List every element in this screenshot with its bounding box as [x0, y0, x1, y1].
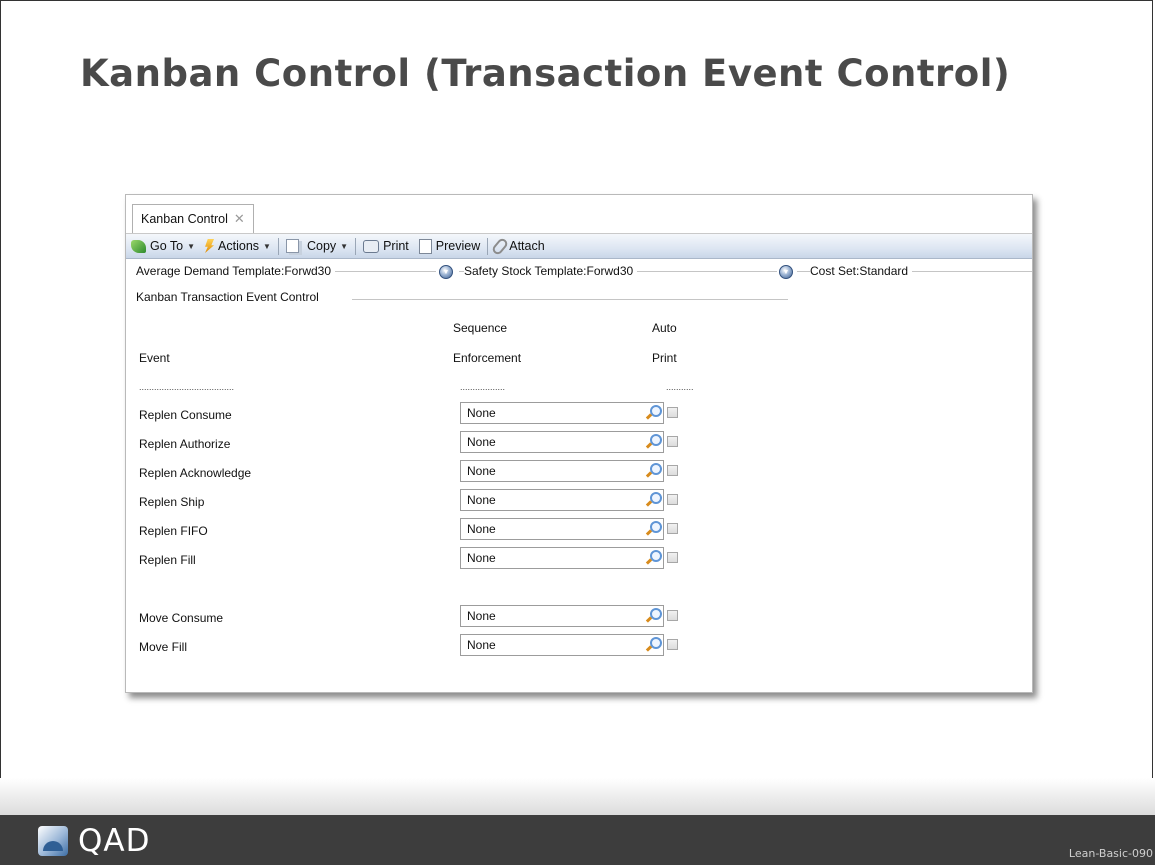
- safety-stock-template-label: Safety Stock Template:Forwd30: [464, 264, 638, 278]
- auto-print-checkbox[interactable]: [667, 494, 678, 505]
- auto-print-checkbox[interactable]: [667, 639, 678, 650]
- auto-print-checkbox[interactable]: [667, 465, 678, 476]
- attach-button[interactable]: Attach: [490, 235, 549, 257]
- sequence-enforcement-lookup: [460, 518, 664, 540]
- copy-button[interactable]: Copy ▼: [281, 235, 353, 257]
- sequence-enforcement-input[interactable]: [467, 433, 627, 451]
- magnifier-icon[interactable]: [645, 550, 662, 566]
- auto-print-checkbox[interactable]: [667, 523, 678, 534]
- tab-label: Kanban Control: [141, 212, 228, 226]
- print-button[interactable]: Print: [358, 235, 414, 257]
- magnifier-icon[interactable]: [645, 608, 662, 624]
- enforcement-header: Enforcement: [453, 351, 522, 365]
- expand-icon[interactable]: ▼: [439, 265, 453, 279]
- tab-kanban-control[interactable]: Kanban Control ✕: [132, 204, 254, 233]
- copy-label: Copy: [306, 239, 337, 253]
- event-label: Replen Fill: [139, 553, 196, 567]
- slide-footer: [0, 815, 1155, 865]
- toolbar: Go To ▼ Actions ▼ Copy ▼ Print Preview A…: [126, 234, 1032, 259]
- event-label: Move Fill: [139, 640, 188, 654]
- expand-icon[interactable]: ▼: [779, 265, 793, 279]
- goto-label: Go To: [150, 239, 184, 253]
- lightning-icon: [205, 239, 215, 253]
- sequence-enforcement-lookup: [460, 547, 664, 569]
- print-label: Print: [383, 239, 409, 253]
- event-label: Replen FIFO: [139, 524, 208, 538]
- section-divider: [352, 299, 788, 300]
- sequence-enforcement-lookup: [460, 460, 664, 482]
- event-label: Replen Consume: [139, 408, 232, 422]
- event-label: Replen Authorize: [139, 437, 231, 451]
- print-header: Print: [652, 351, 677, 365]
- magnifier-icon[interactable]: [645, 521, 662, 537]
- chevron-down-icon: ▼: [340, 241, 349, 251]
- section-title: Kanban Transaction Event Control: [136, 290, 323, 304]
- sequence-enforcement-input[interactable]: [467, 520, 627, 538]
- sequence-enforcement-input[interactable]: [467, 636, 627, 654]
- kanban-control-window: Kanban Control ✕ Go To ▼ Actions ▼ Copy …: [125, 194, 1033, 693]
- chevron-down-icon: ▼: [263, 241, 271, 251]
- toolbar-separator: [355, 237, 357, 255]
- auto-print-checkbox[interactable]: [667, 610, 678, 621]
- goto-button[interactable]: Go To ▼: [126, 235, 200, 257]
- cost-set-label: Cost Set:Standard: [810, 264, 913, 278]
- event-label: Replen Ship: [139, 495, 205, 509]
- auto-print-checkbox[interactable]: [667, 407, 678, 418]
- close-icon[interactable]: ✕: [234, 211, 245, 227]
- magnifier-icon[interactable]: [645, 637, 662, 653]
- goto-icon: [131, 239, 146, 253]
- toolbar-separator: [277, 237, 279, 255]
- actions-button[interactable]: Actions ▼: [200, 235, 276, 257]
- sequence-enforcement-input[interactable]: [467, 404, 627, 422]
- tab-strip: Kanban Control ✕: [126, 195, 1032, 234]
- preview-button[interactable]: Preview: [414, 235, 485, 257]
- sequence-enforcement-lookup: [460, 634, 664, 656]
- sequence-enforcement-lookup: [460, 605, 664, 627]
- template-groups-row: Average Demand Template:Forwd30 ▼ Safety…: [136, 259, 1032, 281]
- magnifier-icon[interactable]: [645, 492, 662, 508]
- sequence-enforcement-input[interactable]: [467, 549, 627, 567]
- average-demand-template-label: Average Demand Template:Forwd30: [136, 264, 335, 278]
- event-label: Move Consume: [139, 611, 224, 625]
- preview-icon: [418, 238, 432, 254]
- footer-gradient: [0, 778, 1155, 818]
- sequence-underline: ..................: [460, 382, 506, 392]
- chevron-down-icon: ▼: [187, 241, 196, 251]
- toolbar-separator: [487, 237, 489, 255]
- qad-logo: QAD: [38, 822, 150, 860]
- auto-print-checkbox[interactable]: [667, 436, 678, 447]
- attach-label: Attach: [509, 239, 545, 253]
- qad-logo-icon: [38, 826, 68, 856]
- preview-label: Preview: [435, 239, 481, 253]
- magnifier-icon[interactable]: [645, 405, 662, 421]
- auto-underline: ...........: [666, 382, 694, 392]
- sequence-enforcement-lookup: [460, 431, 664, 453]
- event-underline: ......................................: [139, 382, 235, 392]
- sequence-header: Sequence: [453, 321, 508, 335]
- event-label: Replen Acknowledge: [139, 466, 252, 480]
- sequence-enforcement-input[interactable]: [467, 607, 627, 625]
- printer-icon: [363, 239, 380, 253]
- copy-icon: [285, 239, 299, 253]
- sequence-enforcement-lookup: [460, 489, 664, 511]
- auto-print-checkbox[interactable]: [667, 552, 678, 563]
- slide-code: Lean-Basic-090: [1068, 847, 1153, 860]
- event-header: Event: [139, 351, 170, 365]
- sequence-enforcement-lookup: [460, 402, 664, 424]
- paperclip-icon: [490, 236, 510, 256]
- magnifier-icon[interactable]: [645, 434, 662, 450]
- qad-logo-text: QAD: [78, 823, 151, 859]
- auto-header: Auto: [652, 321, 677, 335]
- sequence-enforcement-input[interactable]: [467, 491, 627, 509]
- sequence-enforcement-input[interactable]: [467, 462, 627, 480]
- magnifier-icon[interactable]: [645, 463, 662, 479]
- slide-title: Kanban Control (Transaction Event Contro…: [80, 52, 1011, 95]
- actions-label: Actions: [218, 239, 260, 253]
